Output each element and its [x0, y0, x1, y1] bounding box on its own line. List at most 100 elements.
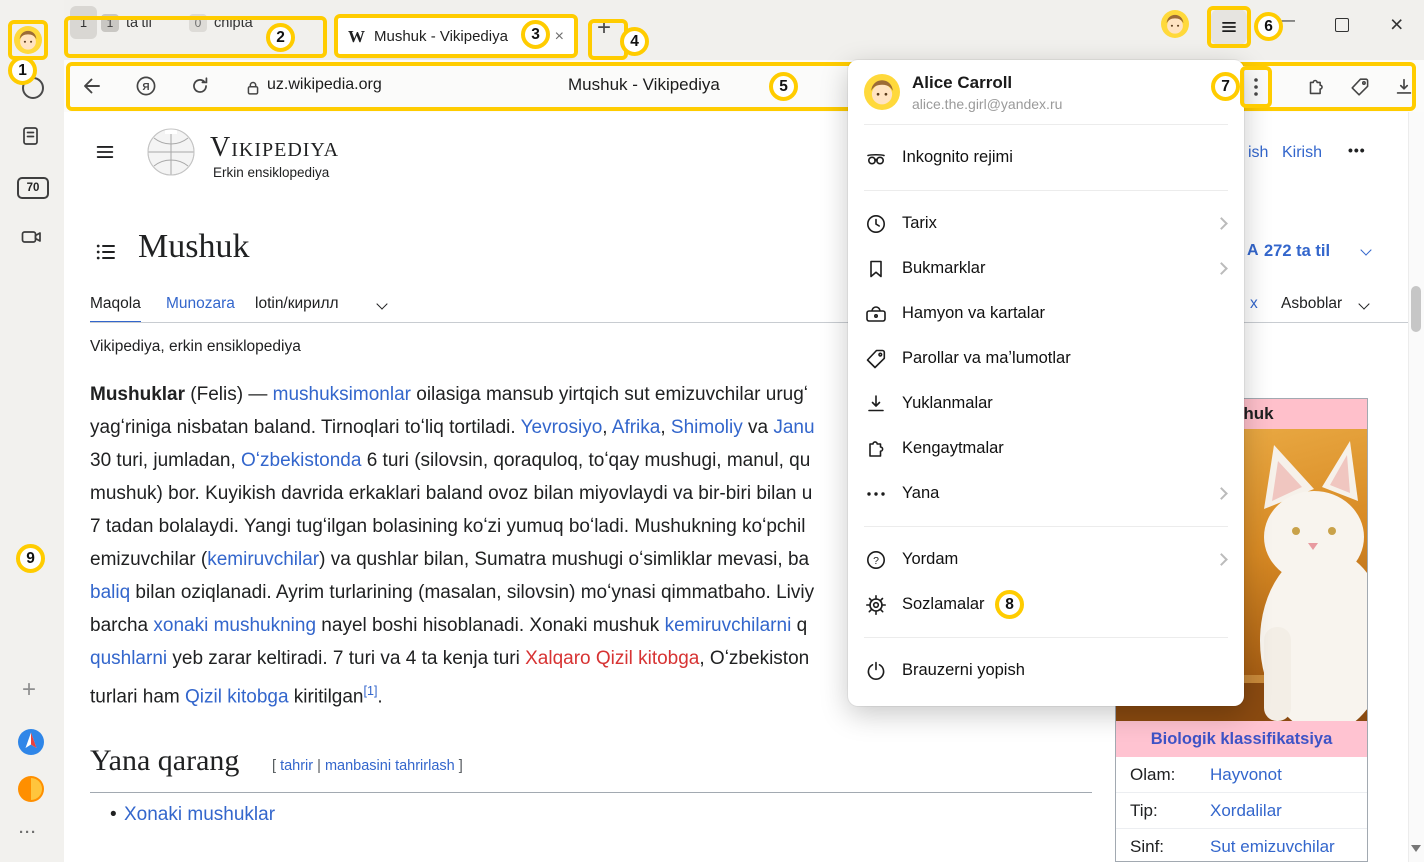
tab-talk[interactable]: Munozara: [166, 295, 235, 313]
browser-menu-button[interactable]: [1211, 9, 1247, 45]
addressbar-kebab-button[interactable]: [1245, 68, 1267, 106]
close-button[interactable]: ×: [1390, 11, 1403, 38]
infobox-row: Olam:Hayvonot: [1116, 757, 1367, 792]
hamburger-icon: [1220, 18, 1238, 36]
tab-group-label: chipta: [214, 15, 253, 31]
wiki-tagline: Erkin ensiklopediya: [213, 165, 329, 180]
variant-selector[interactable]: lotin/кирилл: [255, 295, 339, 313]
extensions-puzzle-icon[interactable]: [1305, 76, 1327, 98]
collapsed-tab[interactable]: 1: [70, 6, 97, 39]
menu-item-incognito[interactable]: Inkognito rejimi: [848, 135, 1244, 180]
incognito-mask-icon: [864, 146, 888, 170]
tab-group-count: 1: [101, 14, 119, 32]
classification-header: Biologik klassifikatsiya: [1116, 721, 1367, 757]
refresh-icon[interactable]: [189, 75, 211, 97]
annotation-6: 6: [1254, 12, 1283, 41]
menu-item-close-browser[interactable]: Brauzerni yopish: [848, 648, 1244, 693]
signup-link-fragment[interactable]: ish: [1248, 144, 1268, 162]
edit-source-link[interactable]: manbasini tahrirlash: [325, 758, 455, 774]
menu-item-help[interactable]: ? Yordam: [848, 537, 1244, 582]
row-value-link[interactable]: Xordalilar: [1210, 801, 1282, 820]
language-count-button[interactable]: 272 ta til: [1264, 242, 1330, 261]
back-icon[interactable]: [80, 74, 104, 98]
sidebar-add-button[interactable]: +: [22, 676, 36, 704]
menu-item-wallet[interactable]: Hamyon va kartalar: [848, 291, 1244, 336]
chevron-right-icon: [1215, 553, 1228, 566]
site-subtitle: Vikipediya, erkin ensiklopediya: [90, 338, 301, 356]
infobox-row: Tip:Xordalilar: [1116, 792, 1367, 828]
browser-sidebar: 70 + ···: [0, 0, 65, 862]
see-also-heading: Yana qarang: [90, 744, 239, 778]
edit-link[interactable]: tahrir: [280, 758, 313, 774]
question-glyph: ?: [873, 555, 879, 567]
row-value-link[interactable]: Hayvonot: [1210, 765, 1282, 784]
chevron-down-icon[interactable]: [1360, 244, 1371, 255]
list-bullet: •: [110, 804, 117, 826]
annotation-3: 3: [521, 20, 550, 49]
wikipedia-globe-logo[interactable]: [146, 127, 196, 177]
account-header[interactable]: Alice Carroll alice.the.girl@yandex.ru: [848, 60, 1244, 124]
account-name: Alice Carroll: [912, 73, 1062, 93]
help-icon: ?: [864, 548, 888, 572]
toolbar-avatar[interactable]: [1161, 10, 1189, 38]
annotation-9: 9: [16, 544, 45, 573]
account-email: alice.the.girl@yandex.ru: [912, 96, 1062, 112]
chevron-down-icon[interactable]: [376, 298, 387, 309]
battery-badge[interactable]: 70: [17, 177, 49, 199]
user-avatar[interactable]: [14, 26, 42, 54]
menu-item-more[interactable]: Yana: [848, 471, 1244, 516]
address-page-title[interactable]: Mushuk - Vikipediya: [568, 75, 720, 95]
annotation-4: 4: [620, 27, 649, 56]
gear-icon: [864, 593, 888, 617]
yandex-browser-logo[interactable]: [17, 728, 45, 756]
bracket-open: [: [272, 758, 276, 774]
tools-dropdown[interactable]: Asboblar: [1281, 295, 1342, 313]
tools-fragment[interactable]: x: [1250, 295, 1258, 313]
login-link[interactable]: Kirish: [1282, 144, 1322, 162]
annotation-1: 1: [8, 56, 37, 85]
download-icon: [864, 392, 888, 416]
downloads-icon[interactable]: [1393, 76, 1415, 98]
menu-item-bookmarks[interactable]: Bukmarklar: [848, 246, 1244, 291]
menu-item-settings[interactable]: Sozlamalar: [848, 582, 1244, 627]
tab-group-count: 0: [189, 14, 207, 32]
sidebar-more-icon[interactable]: ···: [19, 824, 37, 841]
wiki-wordmark[interactable]: Vikipediya: [210, 132, 339, 164]
maximize-button[interactable]: [1335, 18, 1349, 32]
lock-icon[interactable]: [243, 78, 263, 98]
menu-item-passwords[interactable]: Parollar va maʼlumotlar: [848, 336, 1244, 381]
password-tag-icon: [864, 347, 888, 371]
menu-item-downloads[interactable]: Yuklanmalar: [848, 381, 1244, 426]
tab-group-chipta[interactable]: 0 chipta: [189, 9, 253, 37]
toc-icon[interactable]: [94, 240, 118, 264]
section-edit-links: [ tahrir | manbasini tahrirlash ]: [272, 758, 463, 774]
wallet-icon: [864, 302, 888, 326]
menu-item-history[interactable]: Tarix: [848, 201, 1244, 246]
scrollbar-down-arrow[interactable]: [1411, 845, 1421, 852]
chevron-down-icon[interactable]: [1358, 298, 1369, 309]
notes-panel-icon[interactable]: [19, 124, 43, 148]
yandex-search-icon[interactable]: Я: [134, 74, 158, 98]
url-text[interactable]: uz.wikipedia.org: [267, 76, 382, 94]
menu-divider: [864, 526, 1228, 527]
scrollbar-thumb[interactable]: [1411, 286, 1421, 332]
bracket-sep: |: [317, 758, 321, 774]
passwords-tag-icon[interactable]: [1349, 76, 1371, 98]
video-call-icon[interactable]: [19, 225, 43, 249]
wiki-more-menu-icon[interactable]: •••: [1348, 142, 1366, 158]
language-icon-fragment[interactable]: A: [1247, 242, 1259, 260]
tab-group-tatil[interactable]: 1 taʼtil: [101, 9, 152, 37]
page-scrollbar[interactable]: [1408, 112, 1424, 862]
infobox-row: Sinf:Sut emizuvchilar: [1116, 828, 1367, 864]
see-also-link[interactable]: Xonaki mushuklar: [124, 804, 275, 826]
section-divider: [90, 792, 1092, 793]
tab-article[interactable]: Maqola: [90, 295, 141, 323]
yandex-services-logo[interactable]: [17, 775, 45, 803]
ellipsis-icon: [864, 482, 888, 506]
menu-item-extensions[interactable]: Kengaytmalar: [848, 426, 1244, 471]
new-tab-button[interactable]: +: [597, 14, 611, 42]
annotation-8: 8: [995, 590, 1024, 619]
tab-close-icon[interactable]: ×: [555, 28, 564, 46]
row-value-link[interactable]: Sut emizuvchilar: [1210, 837, 1335, 856]
wiki-hamburger-icon[interactable]: [94, 141, 116, 163]
